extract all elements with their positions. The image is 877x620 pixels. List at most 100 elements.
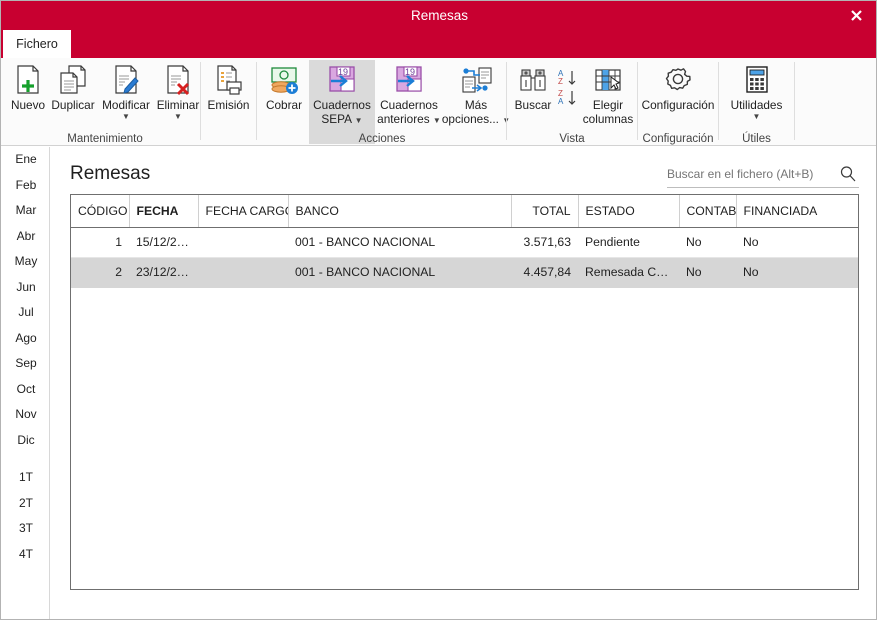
ribbon-button-duplicar[interactable]: Duplicar bbox=[47, 60, 99, 112]
svg-text:A: A bbox=[558, 97, 564, 106]
table-row[interactable]: 2 23/12/2021 001 - BANCO NACIONAL 4.457,84 R… bbox=[71, 257, 858, 288]
ribbon-button-mas-opciones[interactable]: Más opciones... ▼ bbox=[442, 60, 510, 126]
table-cell-estado: Remesada C19-... bbox=[578, 257, 679, 288]
sidebar-item-nov[interactable]: Nov bbox=[2, 402, 50, 428]
ribbon-button-label: Modificar bbox=[102, 98, 150, 112]
chevron-down-icon[interactable]: ▼ bbox=[753, 112, 761, 121]
ribbon-button-elegir-columnas[interactable]: Elegir columnas bbox=[581, 60, 635, 126]
label-line1: Más bbox=[464, 98, 488, 112]
table-cell-codigo: 1 bbox=[71, 227, 129, 258]
svg-text:Z: Z bbox=[558, 77, 563, 86]
gear-icon bbox=[639, 60, 717, 98]
ribbon-button-cuadernos-sepa[interactable]: 19 Cuadernos SEPA ▼ bbox=[309, 60, 375, 144]
table-column-header-contab[interactable]: CONTAB... bbox=[679, 195, 737, 228]
ribbon-group-acciones: Cobrar 19 Cuadernos SEPA ▼ 19 Cuadernos … bbox=[257, 58, 510, 146]
ribbon-button-label: Cuadernos anteriores ▼ bbox=[375, 98, 443, 126]
label-line2: SEPA bbox=[321, 112, 352, 126]
ribbon-button-configuracion[interactable]: Configuración bbox=[639, 60, 717, 112]
tab-strip: Fichero bbox=[1, 30, 876, 58]
tab-fichero[interactable]: Fichero bbox=[3, 30, 71, 58]
table-cell-total: 4.457,84 bbox=[511, 257, 578, 288]
table-column-header-fechacargo[interactable]: FECHA CARGO bbox=[198, 195, 289, 228]
search-box bbox=[667, 162, 859, 188]
title-bar: Remesas bbox=[1, 1, 876, 30]
sidebar-item-sep[interactable]: Sep bbox=[2, 351, 50, 377]
sepa-notebook-icon: 19 bbox=[309, 60, 375, 98]
duplicate-document-icon bbox=[47, 60, 99, 98]
sort-descending-icon: Z A bbox=[558, 89, 576, 106]
table-column-header-fecha[interactable]: FECHA bbox=[129, 195, 199, 228]
ribbon-button-label: Utilidades bbox=[730, 98, 783, 112]
delete-document-icon bbox=[153, 60, 203, 98]
ribbon-button-buscar[interactable]: Buscar bbox=[509, 60, 557, 112]
sidebar-item-2t[interactable]: 2T bbox=[2, 491, 50, 517]
ribbon-button-label: Duplicar bbox=[51, 98, 95, 112]
ribbon-group-label: Vista bbox=[559, 133, 585, 145]
table-cell-financiada: No bbox=[736, 227, 858, 258]
table-column-header-estado[interactable]: ESTADO bbox=[578, 195, 680, 228]
search-input[interactable] bbox=[667, 162, 832, 186]
previous-notebook-icon: 19 bbox=[375, 60, 443, 98]
sidebar-item-abr[interactable]: Abr bbox=[2, 224, 50, 250]
ribbon-button-cuadernos-anteriores[interactable]: 19 Cuadernos anteriores ▼ bbox=[375, 60, 443, 126]
ribbon-button-label: Cuadernos SEPA ▼ bbox=[311, 98, 373, 126]
ribbon-group-label: Acciones bbox=[358, 133, 406, 145]
label-line1: Cuadernos bbox=[380, 98, 438, 112]
chevron-down-icon[interactable]: ▼ bbox=[355, 116, 363, 125]
ribbon-button-utilidades[interactable]: Utilidades ▼ bbox=[720, 60, 793, 121]
table-column-header-total[interactable]: TOTAL bbox=[511, 195, 579, 228]
ribbon-button-emision[interactable]: Emisión bbox=[203, 60, 254, 112]
ribbon-button-cobrar[interactable]: Cobrar bbox=[258, 60, 310, 112]
ribbon-button-eliminar[interactable]: Eliminar ▼ bbox=[153, 60, 203, 121]
calculator-icon bbox=[720, 60, 793, 98]
chevron-down-icon[interactable]: ▼ bbox=[174, 112, 182, 121]
table-cell-estado: Pendiente bbox=[578, 227, 679, 258]
sidebar-item-1t[interactable]: 1T bbox=[2, 465, 50, 491]
ribbon-button-label: Emisión bbox=[207, 98, 250, 112]
sidebar-item-jul[interactable]: Jul bbox=[2, 300, 50, 326]
sidebar-item-dic[interactable]: Dic bbox=[2, 428, 50, 454]
ribbon-group-emision: Emisión bbox=[201, 58, 256, 146]
ribbon-toolbar: Nuevo Duplicar Modificar ▼ Eliminar ▼ Ma… bbox=[1, 58, 876, 146]
new-document-icon bbox=[3, 60, 53, 98]
application-window: Remesas Fichero Nuevo Duplicar Modificar… bbox=[0, 0, 877, 620]
table-cell-total: 3.571,63 bbox=[511, 227, 578, 258]
svg-text:19: 19 bbox=[338, 67, 348, 77]
table-column-header-banco[interactable]: BANCO bbox=[288, 195, 512, 228]
period-sidebar: Ene Feb Mar Abr May Jun Jul Ago Sep Oct Nov Dic 1T 2T… bbox=[2, 147, 50, 619]
ribbon-group-mantenimiento: Nuevo Duplicar Modificar ▼ Eliminar ▼ Ma… bbox=[1, 58, 209, 146]
ribbon-button-label: Eliminar bbox=[156, 98, 200, 112]
sidebar-item-4t[interactable]: 4T bbox=[2, 542, 50, 568]
sidebar-item-mar[interactable]: Mar bbox=[2, 198, 50, 224]
sidebar-item-jun[interactable]: Jun bbox=[2, 275, 50, 301]
ribbon-button-label: Configuración bbox=[641, 98, 715, 112]
ribbon-button-label: Nuevo bbox=[10, 98, 46, 112]
table-column-header-codigo[interactable]: CÓDIGO bbox=[71, 195, 130, 228]
ribbon-button-label: Cobrar bbox=[265, 98, 303, 112]
sidebar-item-3t[interactable]: 3T bbox=[2, 516, 50, 542]
search-icon[interactable] bbox=[839, 165, 857, 183]
chevron-down-icon[interactable]: ▼ bbox=[122, 112, 130, 121]
close-button[interactable] bbox=[834, 1, 876, 30]
ribbon-group-configuracion: Configuración Configuración bbox=[638, 58, 718, 146]
ribbon-group-label: Útiles bbox=[742, 133, 771, 145]
table-cell-fechacargo bbox=[198, 257, 288, 288]
sidebar-item-ago[interactable]: Ago bbox=[2, 326, 50, 352]
ribbon-button-label: Más opciones... ▼ bbox=[440, 98, 512, 126]
table-header-row: CÓDIGO FECHA FECHA CARGO BANCO TOTAL ESTADO CO… bbox=[71, 195, 858, 228]
sidebar-item-may[interactable]: May bbox=[2, 249, 50, 275]
table-cell-codigo: 2 bbox=[71, 257, 129, 288]
label-line2: opciones... bbox=[441, 112, 499, 126]
more-options-icon bbox=[445, 60, 507, 98]
ribbon-button-modificar[interactable]: Modificar ▼ bbox=[98, 60, 154, 121]
sidebar-item-oct[interactable]: Oct bbox=[2, 377, 50, 403]
table-row[interactable]: 1 15/12/2021 001 - BANCO NACIONAL 3.571,63 P… bbox=[71, 227, 858, 258]
ribbon-button-nuevo[interactable]: Nuevo bbox=[3, 60, 53, 112]
sort-descending-button[interactable]: Z A bbox=[556, 88, 580, 113]
sidebar-item-ene[interactable]: Ene bbox=[2, 147, 50, 173]
table-column-header-financiada[interactable]: FINANCIADA bbox=[736, 195, 858, 228]
sidebar-item-feb[interactable]: Feb bbox=[2, 173, 50, 199]
ribbon-group-vista: Buscar A Z Z A Elegir columnas Vista bbox=[507, 58, 637, 146]
label-line2: columnas bbox=[582, 112, 634, 126]
ribbon-group-label: Configuración bbox=[642, 133, 714, 145]
